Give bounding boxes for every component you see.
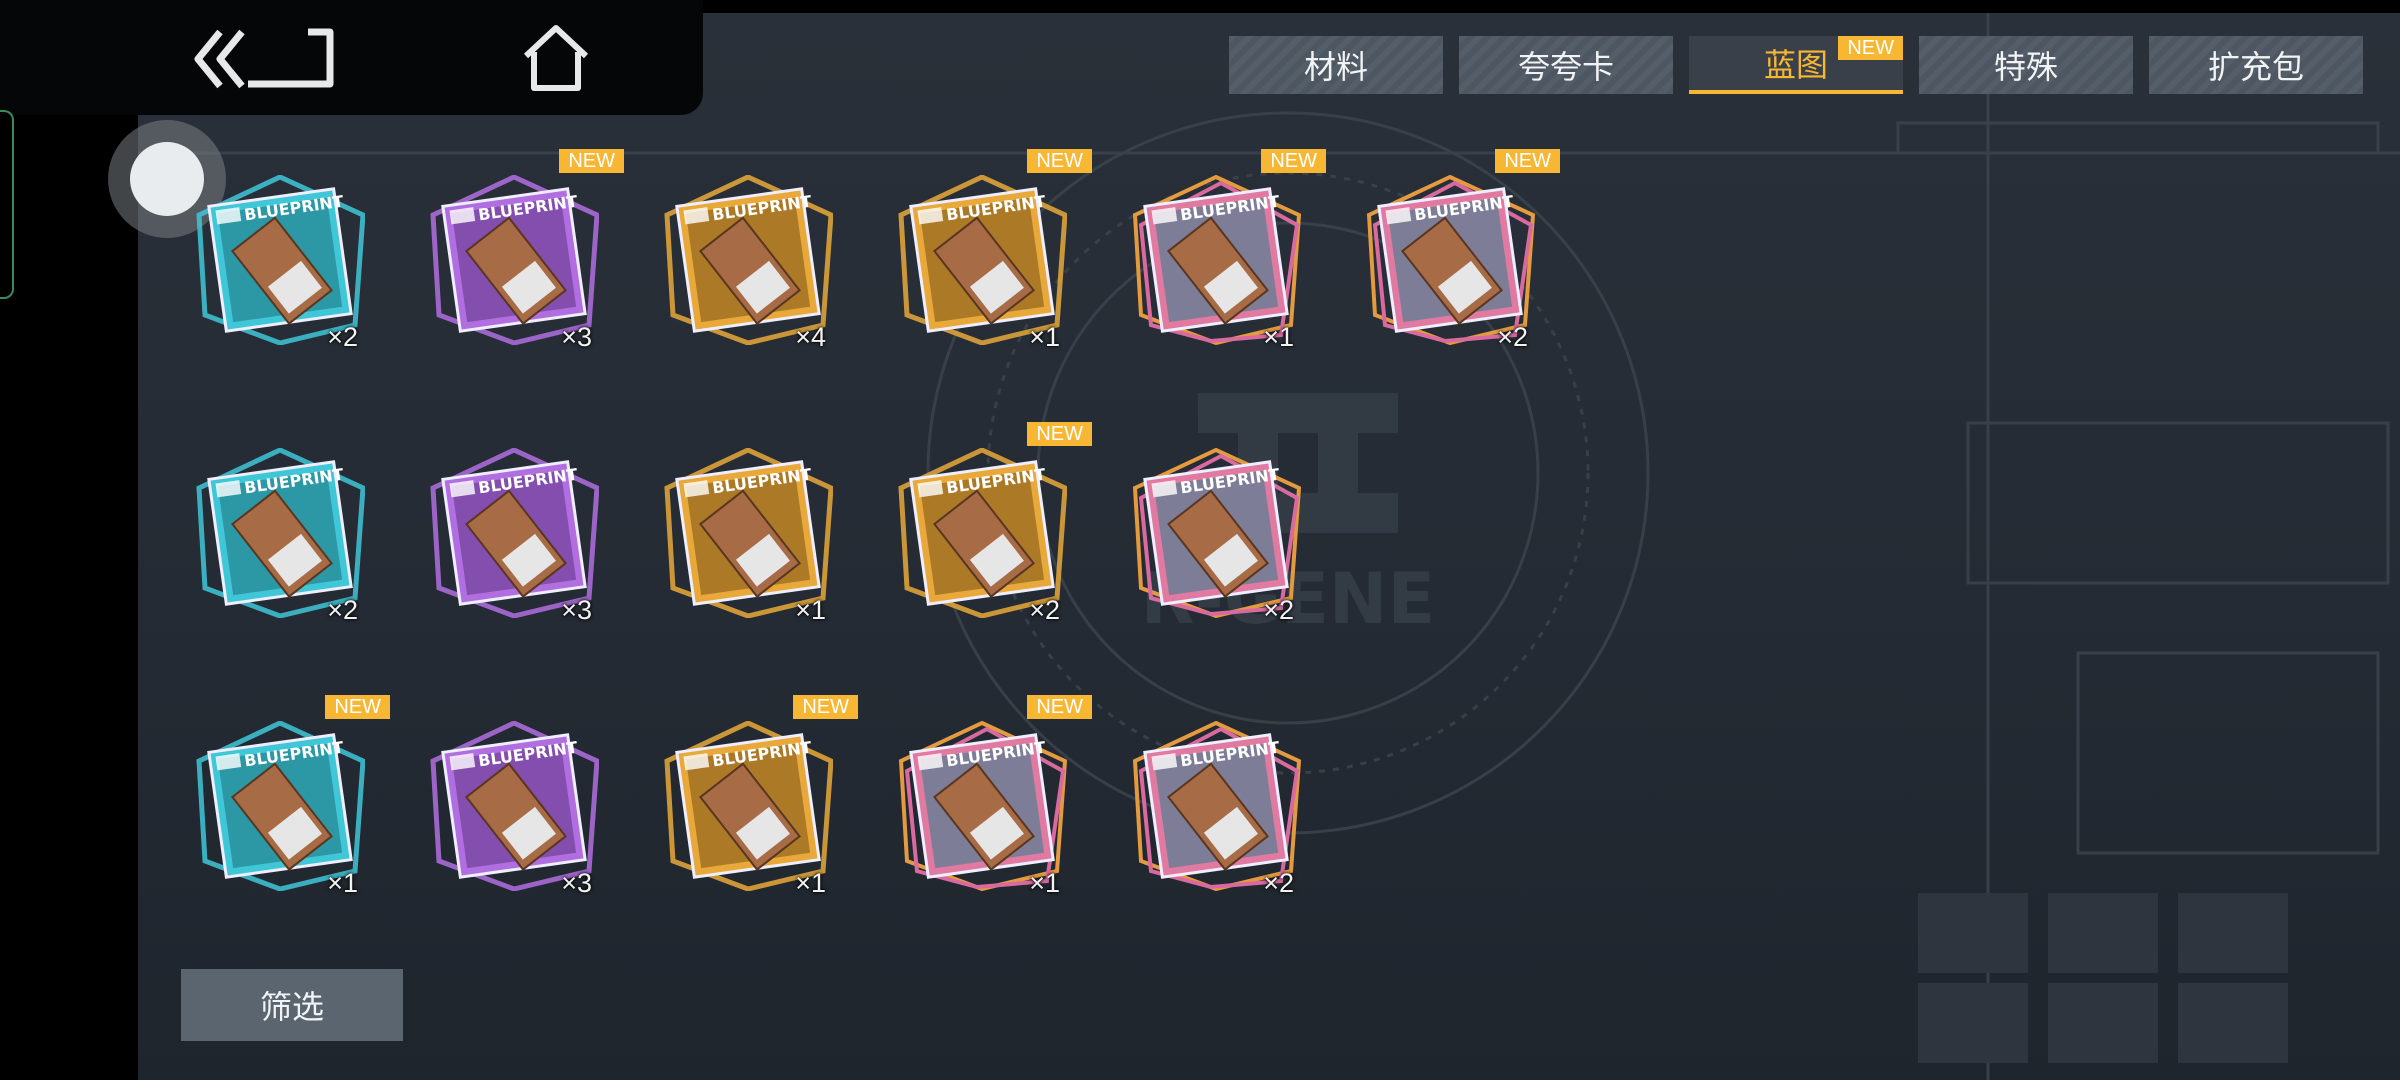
blueprint-icon: BLUEPRINT — [429, 447, 600, 619]
item-quantity: ×3 — [561, 868, 592, 898]
item-quantity: ×1 — [1029, 322, 1060, 352]
blueprint-item[interactable]: BLUEPRINT NEW ×1 — [882, 149, 1092, 355]
blueprint-item[interactable]: BLUEPRINT NEW ×3 — [414, 149, 624, 355]
blueprint-icon: BLUEPRINT — [1131, 447, 1302, 619]
blueprint-item[interactable]: BLUEPRINT ×2 — [180, 165, 380, 355]
blueprint-icon: BLUEPRINT — [429, 720, 600, 892]
blueprint-item[interactable]: BLUEPRINT ×3 — [414, 438, 614, 628]
blueprint-item[interactable]: BLUEPRINT ×2 — [180, 438, 380, 628]
item-quantity: ×1 — [1029, 868, 1060, 898]
blueprint-item[interactable]: BLUEPRINT NEW ×2 — [1350, 149, 1560, 355]
new-badge: NEW — [1838, 36, 1903, 60]
tab-label: 蓝图 — [1763, 46, 1828, 84]
tab-label: 扩充包 — [2207, 48, 2304, 86]
item-quantity: ×2 — [1029, 595, 1060, 625]
blueprint-icon: BLUEPRINT — [897, 720, 1068, 892]
item-quantity: ×1 — [795, 595, 826, 625]
blueprint-icon: BLUEPRINT — [195, 720, 366, 892]
home-button[interactable] — [520, 22, 592, 94]
item-quantity: ×2 — [1497, 322, 1528, 352]
blueprint-icon: BLUEPRINT — [1365, 174, 1536, 346]
blueprint-item[interactable]: BLUEPRINT NEW ×1 — [648, 695, 858, 901]
side-drawer-handle[interactable] — [0, 110, 14, 299]
new-badge: NEW — [1027, 695, 1092, 719]
tab-2[interactable]: 蓝图 NEW — [1689, 36, 1903, 94]
item-quantity: ×2 — [327, 595, 358, 625]
tab-1[interactable]: 夸夸卡 — [1459, 36, 1673, 94]
blueprint-icon: BLUEPRINT — [1131, 174, 1302, 346]
new-badge: NEW — [1027, 422, 1092, 446]
blueprint-icon: BLUEPRINT — [663, 720, 834, 892]
new-badge: NEW — [1027, 149, 1092, 173]
blueprint-item[interactable]: BLUEPRINT NEW ×1 — [1116, 149, 1326, 355]
new-badge: NEW — [559, 149, 624, 173]
blueprint-item[interactable]: BLUEPRINT ×1 — [648, 438, 848, 628]
home-icon — [523, 25, 589, 91]
item-quantity: ×3 — [561, 322, 592, 352]
tab-label: 夸夸卡 — [1517, 48, 1614, 86]
blueprint-icon: BLUEPRINT — [897, 447, 1068, 619]
item-quantity: ×3 — [561, 595, 592, 625]
item-quantity: ×1 — [1263, 322, 1294, 352]
blueprint-item[interactable]: BLUEPRINT ×4 — [648, 165, 848, 355]
blueprint-item[interactable]: BLUEPRINT NEW ×2 — [882, 422, 1092, 628]
blueprint-icon: BLUEPRINT — [195, 447, 366, 619]
blueprint-icon: BLUEPRINT — [663, 447, 834, 619]
blueprint-item[interactable]: BLUEPRINT NEW ×1 — [180, 695, 390, 901]
item-quantity: ×2 — [1263, 595, 1294, 625]
new-badge: NEW — [1495, 149, 1560, 173]
new-badge: NEW — [793, 695, 858, 719]
blueprint-icon: BLUEPRINT — [663, 174, 834, 346]
filter-button[interactable]: 筛选 — [181, 969, 403, 1041]
blueprint-icon: BLUEPRINT — [897, 174, 1068, 346]
item-quantity: ×2 — [327, 322, 358, 352]
item-quantity: ×1 — [327, 868, 358, 898]
blueprint-icon: BLUEPRINT — [195, 174, 366, 346]
blueprint-item[interactable]: BLUEPRINT ×3 — [414, 711, 614, 901]
tab-4[interactable]: 扩充包 — [2149, 36, 2363, 94]
blueprint-item[interactable]: BLUEPRINT NEW ×1 — [882, 695, 1092, 901]
item-quantity: ×4 — [795, 322, 826, 352]
blueprint-icon: BLUEPRINT — [429, 174, 600, 346]
top-nav-bar — [0, 0, 703, 115]
tab-label: 特殊 — [1993, 48, 2058, 86]
double-chevron-left-icon — [194, 28, 334, 89]
blueprint-icon: BLUEPRINT — [1131, 720, 1302, 892]
new-badge: NEW — [325, 695, 390, 719]
blueprint-item[interactable]: BLUEPRINT ×2 — [1116, 438, 1316, 628]
back-button[interactable] — [190, 24, 340, 94]
tab-3[interactable]: 特殊 — [1919, 36, 2133, 94]
tab-label: 材料 — [1303, 48, 1368, 86]
item-quantity: ×2 — [1263, 868, 1294, 898]
new-badge: NEW — [1261, 149, 1326, 173]
tab-0[interactable]: 材料 — [1229, 36, 1443, 94]
item-quantity: ×1 — [795, 868, 826, 898]
blueprint-item[interactable]: BLUEPRINT ×2 — [1116, 711, 1316, 901]
